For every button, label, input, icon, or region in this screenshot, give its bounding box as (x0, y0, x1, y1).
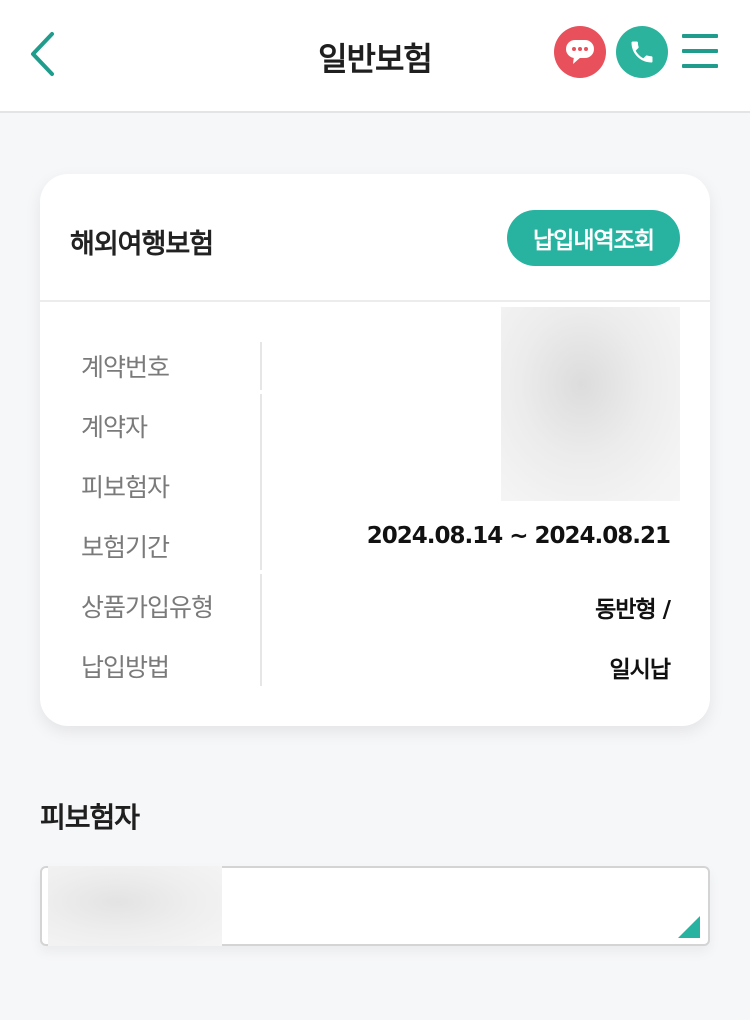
divider (260, 394, 262, 570)
divider (260, 342, 262, 390)
label-contract-no: 계약번호 (81, 353, 170, 382)
menu-bar (682, 64, 718, 68)
card-title: 해외여행보험 (70, 229, 214, 260)
phone-icon (631, 41, 653, 63)
insured-item[interactable] (40, 866, 710, 946)
card-divider (40, 300, 710, 302)
value-period: 2024.08.14 ~ 2024.08.21 (366, 523, 671, 549)
value-product-type: 동반형 / (595, 597, 671, 623)
redacted-contract-info (501, 307, 680, 501)
label-payment-method: 납입방법 (81, 653, 170, 682)
menu-bar (682, 34, 718, 38)
chat-bubble-icon (566, 40, 594, 64)
label-period: 보험기간 (81, 533, 170, 562)
contract-card: 해외여행보험 납입내역조회 계약번호 계약자 피보험자 보험기간 상품가입유형 … (40, 174, 710, 726)
value-payment-method: 일시납 (609, 657, 671, 683)
insured-section-title: 피보험자 (40, 801, 140, 834)
pay-history-button[interactable]: 납입내역조회 (507, 210, 680, 266)
call-button[interactable] (616, 26, 668, 78)
menu-bar (682, 49, 718, 53)
label-insured: 피보험자 (81, 473, 170, 502)
label-product-type: 상품가입유형 (81, 593, 214, 622)
chat-button[interactable] (554, 26, 606, 78)
app-header: 일반보험 (0, 0, 750, 113)
divider (260, 574, 262, 686)
redacted-insured-name (48, 866, 222, 946)
corner-triangle-icon (678, 916, 700, 938)
label-contractor: 계약자 (81, 413, 148, 442)
hamburger-menu-icon[interactable] (680, 34, 720, 70)
